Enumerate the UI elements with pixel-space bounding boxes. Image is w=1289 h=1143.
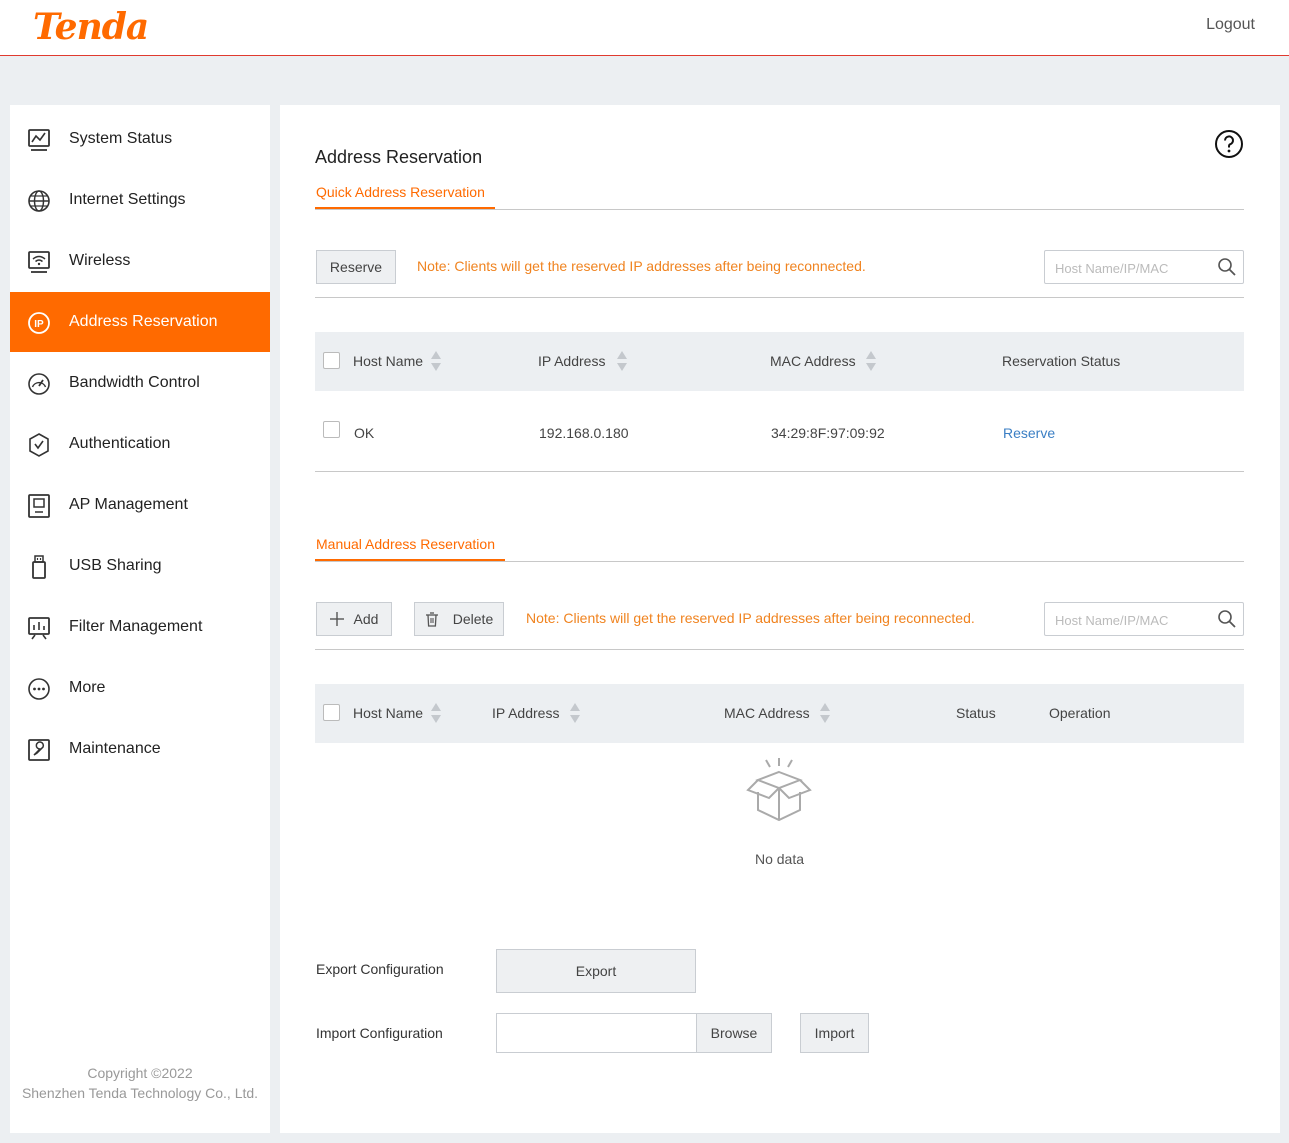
sidebar-item-wireless[interactable]: Wireless [10,231,270,291]
copyright-year: Copyright ©2022 [87,1065,193,1081]
sidebar-item-authentication[interactable]: Authentication [10,414,270,474]
tab-quick-address-reservation[interactable]: Quick Address Reservation [316,184,485,200]
sort-icon[interactable] [570,701,580,725]
column-host-name: Host Name [353,353,424,369]
add-button-label: Add [353,611,379,627]
sidebar-item-internet-settings[interactable]: Internet Settings [10,170,270,230]
empty-box-icon [746,758,812,822]
sidebar-item-label: Internet Settings [69,191,186,208]
sidebar: System Status Internet Settings Wireless… [10,105,270,1133]
search-icon[interactable] [1217,257,1237,277]
globe-icon [28,190,50,212]
sidebar-item-system-status[interactable]: System Status [10,109,270,169]
column-host-name: Host Name [353,705,424,721]
delete-button-label: Delete [452,611,494,627]
column-reservation-status: Reservation Status [1002,353,1121,369]
more-icon [28,678,50,700]
export-button[interactable]: Export [496,949,696,993]
help-icon[interactable] [1214,129,1244,159]
column-ip-address: IP Address [538,353,606,369]
sidebar-item-label: Wireless [69,252,131,269]
sidebar-item-label: System Status [69,130,173,147]
wifi-icon [28,251,50,273]
quick-search-box [1044,250,1244,284]
page-title: Address Reservation [315,147,483,167]
row-mac-address: 34:29:8F:97:09:92 [771,425,885,441]
manual-search-box [1044,602,1244,636]
column-mac-address: MAC Address [724,705,810,721]
sort-icon[interactable] [431,349,441,373]
sidebar-item-label: AP Management [69,496,188,513]
search-icon[interactable] [1217,609,1237,629]
sidebar-item-label: Address Reservation [69,313,218,330]
sidebar-item-label: Bandwidth Control [69,374,200,391]
add-button[interactable]: Add [316,602,392,636]
sidebar-item-label: Maintenance [69,740,161,757]
plus-icon [329,612,344,626]
quick-table-header: Host Name IP Address MAC Address Reserva… [315,332,1244,391]
main-panel: Address Reservation Quick Address Reserv… [280,105,1280,1133]
sort-icon[interactable] [866,349,876,373]
quick-search-input[interactable] [1055,258,1215,278]
reserve-button[interactable]: Reserve [316,250,396,284]
row-checkbox[interactable] [323,421,340,438]
select-all-checkbox[interactable] [323,704,340,721]
svg-text:IP: IP [34,319,44,330]
sort-icon[interactable] [820,701,830,725]
quick-note: Note: Clients will get the reserved IP a… [417,258,866,274]
row-host-name: OK [354,425,375,441]
column-mac-address: MAC Address [770,353,856,369]
sidebar-item-usb-sharing[interactable]: USB Sharing [10,536,270,596]
import-button[interactable]: Import [800,1013,869,1053]
browse-button[interactable]: Browse [696,1013,772,1053]
tab-manual-address-reservation[interactable]: Manual Address Reservation [316,536,495,552]
sidebar-item-label: More [69,679,106,696]
copyright-company: Shenzhen Tenda Technology Co., Ltd. [21,1085,259,1101]
ip-icon: IP [28,312,50,334]
tenda-logo: Tenda [33,6,149,48]
import-config-label: Import Configuration [316,1025,443,1041]
sidebar-item-label: Filter Management [69,618,203,635]
select-all-checkbox[interactable] [323,352,340,369]
manual-table-header: Host Name IP Address MAC Address Status … [315,684,1244,743]
shield-check-icon [29,433,49,457]
sidebar-item-label: USB Sharing [69,557,162,574]
sidebar-item-more[interactable]: More [10,658,270,718]
wrench-icon [28,739,50,761]
no-data-text: No data [754,851,805,867]
sidebar-item-ap-management[interactable]: AP Management [10,475,270,535]
toolbar-divider [315,649,1244,650]
manual-search-input[interactable] [1055,610,1215,630]
table-bottom-divider [315,471,1244,472]
gauge-icon [28,373,50,395]
column-ip-address: IP Address [492,705,560,721]
export-config-label: Export Configuration [316,961,444,977]
toolbar-divider [315,297,1244,298]
column-operation: Operation [1049,705,1111,721]
sidebar-item-filter-management[interactable]: Filter Management [10,597,270,657]
sidebar-item-bandwidth-control[interactable]: Bandwidth Control [10,353,270,413]
system-status-icon [28,129,50,151]
manual-note: Note: Clients will get the reserved IP a… [526,610,975,626]
delete-button[interactable]: Delete [414,602,504,636]
trash-icon [425,611,438,627]
usb-icon [32,555,46,579]
row-ip-address: 192.168.0.180 [539,425,629,441]
row-reserve-link[interactable]: Reserve [1003,425,1055,441]
sidebar-item-address-reservation[interactable]: IP Address Reservation [10,292,270,352]
sidebar-item-maintenance[interactable]: Maintenance [10,719,270,779]
ap-icon [28,494,50,518]
filter-chart-icon [28,617,50,640]
tab-divider [315,209,1244,210]
column-status: Status [956,705,996,721]
sidebar-item-label: Authentication [69,435,171,452]
logout-link[interactable]: Logout [1206,16,1255,34]
top-bar: Tenda Logout [0,0,1289,56]
sort-icon[interactable] [431,701,441,725]
tab-divider [315,561,1244,562]
sort-icon[interactable] [617,349,627,373]
import-file-field[interactable] [496,1013,697,1053]
